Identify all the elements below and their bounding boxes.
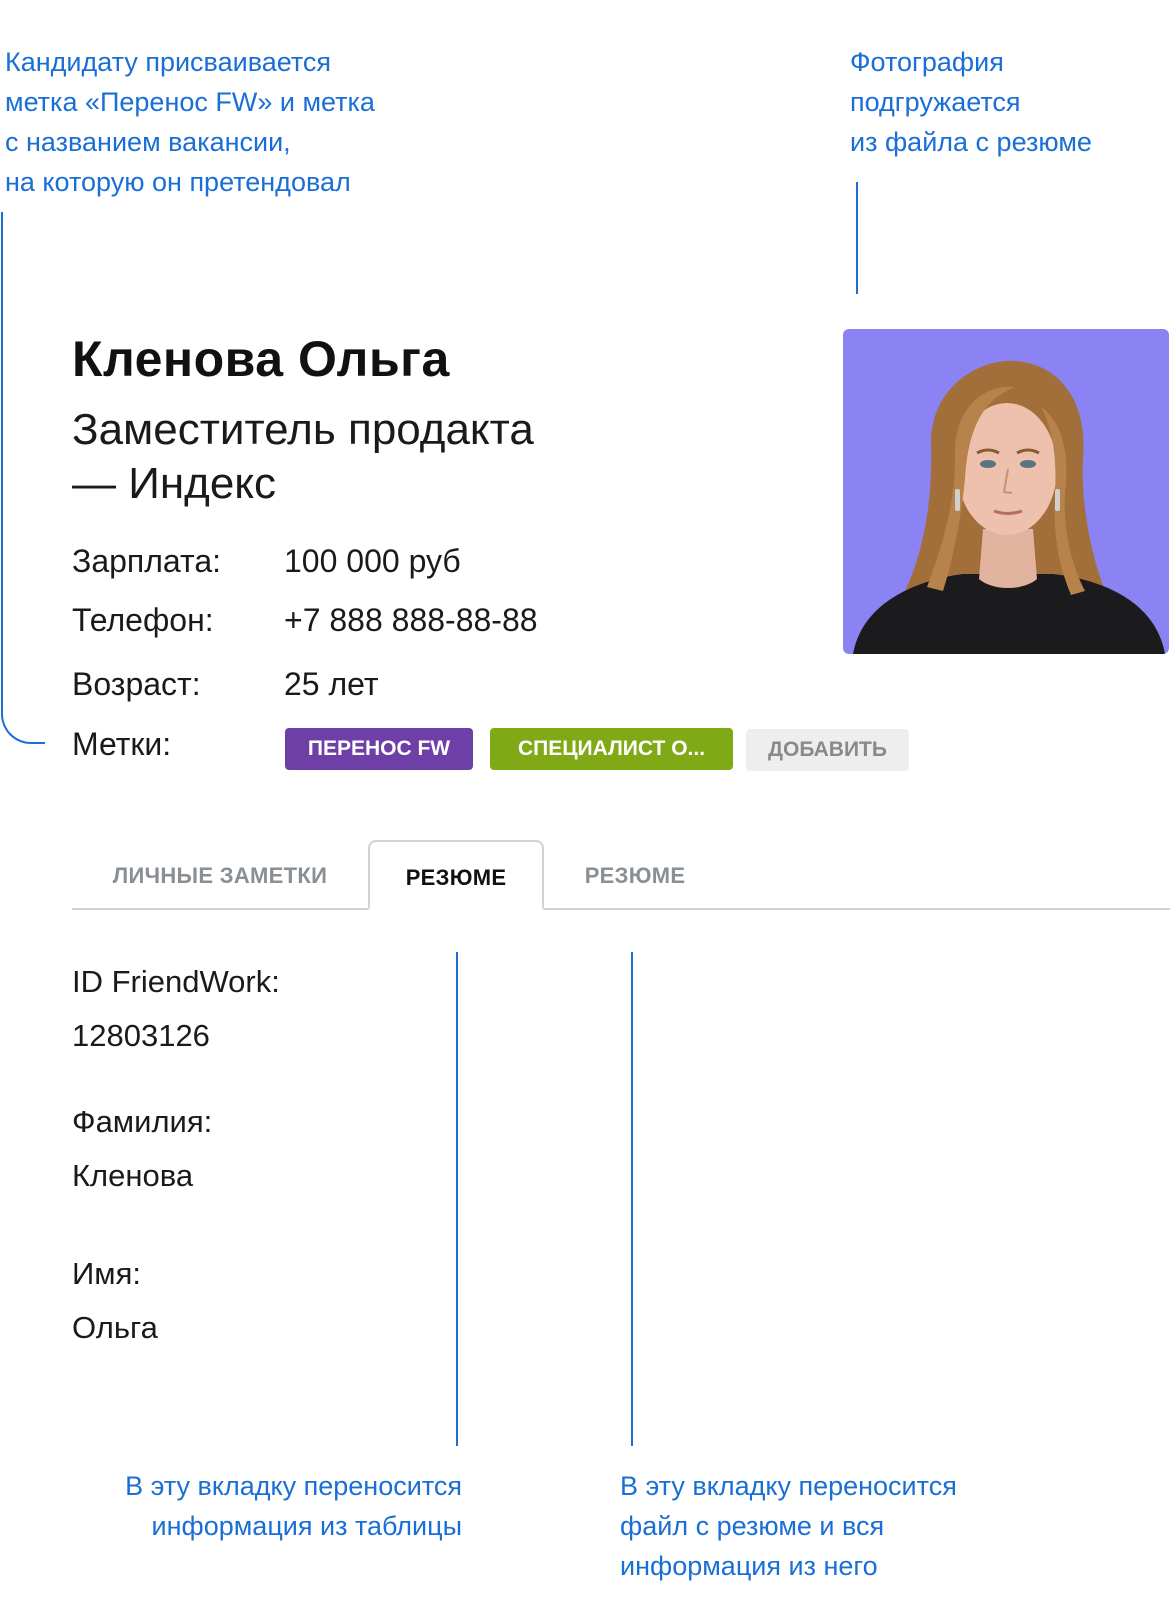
tab-resume-file[interactable]: РЕЗЮМЕ xyxy=(544,840,726,910)
first-name-label: Имя: xyxy=(72,1256,141,1291)
annotation-tags-note: Кандидату присваивается метка «Перенос F… xyxy=(5,42,375,202)
tab-resume-active[interactable]: РЕЗЮМЕ xyxy=(368,840,544,910)
annotation-line: метка «Перенос FW» и метка xyxy=(5,87,375,117)
annotation-line: из файла с резюме xyxy=(850,127,1092,157)
candidate-photo xyxy=(843,329,1169,654)
age-value: 25 лет xyxy=(284,666,379,702)
tab-bar: ЛИЧНЫЕ ЗАМЕТКИ РЕЗЮМЕ РЕЗЮМЕ xyxy=(72,840,1170,910)
candidate-position: Заместитель продакта — Индекс xyxy=(72,403,672,511)
position-line: — Индекс xyxy=(72,459,277,508)
salary-label: Зарплата: xyxy=(72,543,221,579)
id-label: ID FriendWork: xyxy=(72,964,280,999)
annotation-line: информация из него xyxy=(620,1551,878,1581)
annotation-photo-note: Фотография подгружается из файла с резюм… xyxy=(850,42,1092,162)
salary-value: 100 000 руб xyxy=(284,543,461,579)
surname-value: Кленова xyxy=(72,1158,194,1193)
phone-value: +7 888 888-88-88 xyxy=(284,602,538,638)
tab-personal-notes[interactable]: ЛИЧНЫЕ ЗАМЕТКИ xyxy=(72,840,368,910)
annotation-file-note: В эту вкладку переносится файл с резюме … xyxy=(620,1466,957,1586)
annotation-line: на которую он претендовал xyxy=(5,167,351,197)
tags-label: Метки: xyxy=(72,726,172,762)
person-silhouette-icon xyxy=(853,360,1165,654)
annotation-line: файл с резюме и вся xyxy=(620,1511,885,1541)
surname-label: Фамилия: xyxy=(72,1104,213,1139)
annotation-line: с названием вакансии, xyxy=(5,127,291,157)
annotation-line: информация из таблицы xyxy=(151,1511,463,1541)
annotation-bracket-line xyxy=(1,212,45,744)
tag-perenos-fw[interactable]: ПЕРЕНОС FW xyxy=(285,728,473,770)
candidate-name: Кленова Ольга xyxy=(72,331,450,387)
annotation-table-pointer xyxy=(456,952,458,1446)
annotation-line: Фотография xyxy=(850,47,1004,77)
annotation-photo-pointer xyxy=(856,182,858,294)
first-name-value: Ольга xyxy=(72,1310,158,1345)
annotation-file-pointer xyxy=(631,952,633,1446)
annotation-line: подгружается xyxy=(850,87,1021,117)
position-line: Заместитель продакта xyxy=(72,405,534,454)
annotation-line: В эту вкладку переносится xyxy=(620,1471,957,1501)
phone-label: Телефон: xyxy=(72,602,214,638)
add-tag-button[interactable]: ДОБАВИТЬ xyxy=(746,729,909,771)
age-label: Возраст: xyxy=(72,666,201,702)
annotation-table-note: В эту вкладку переносится информация из … xyxy=(82,1466,462,1546)
annotation-line: Кандидату присваивается xyxy=(5,47,332,77)
id-value: 12803126 xyxy=(72,1018,210,1053)
annotation-line: В эту вкладку переносится xyxy=(125,1471,462,1501)
tag-vacancy[interactable]: СПЕЦИАЛИСТ О... xyxy=(490,728,733,770)
